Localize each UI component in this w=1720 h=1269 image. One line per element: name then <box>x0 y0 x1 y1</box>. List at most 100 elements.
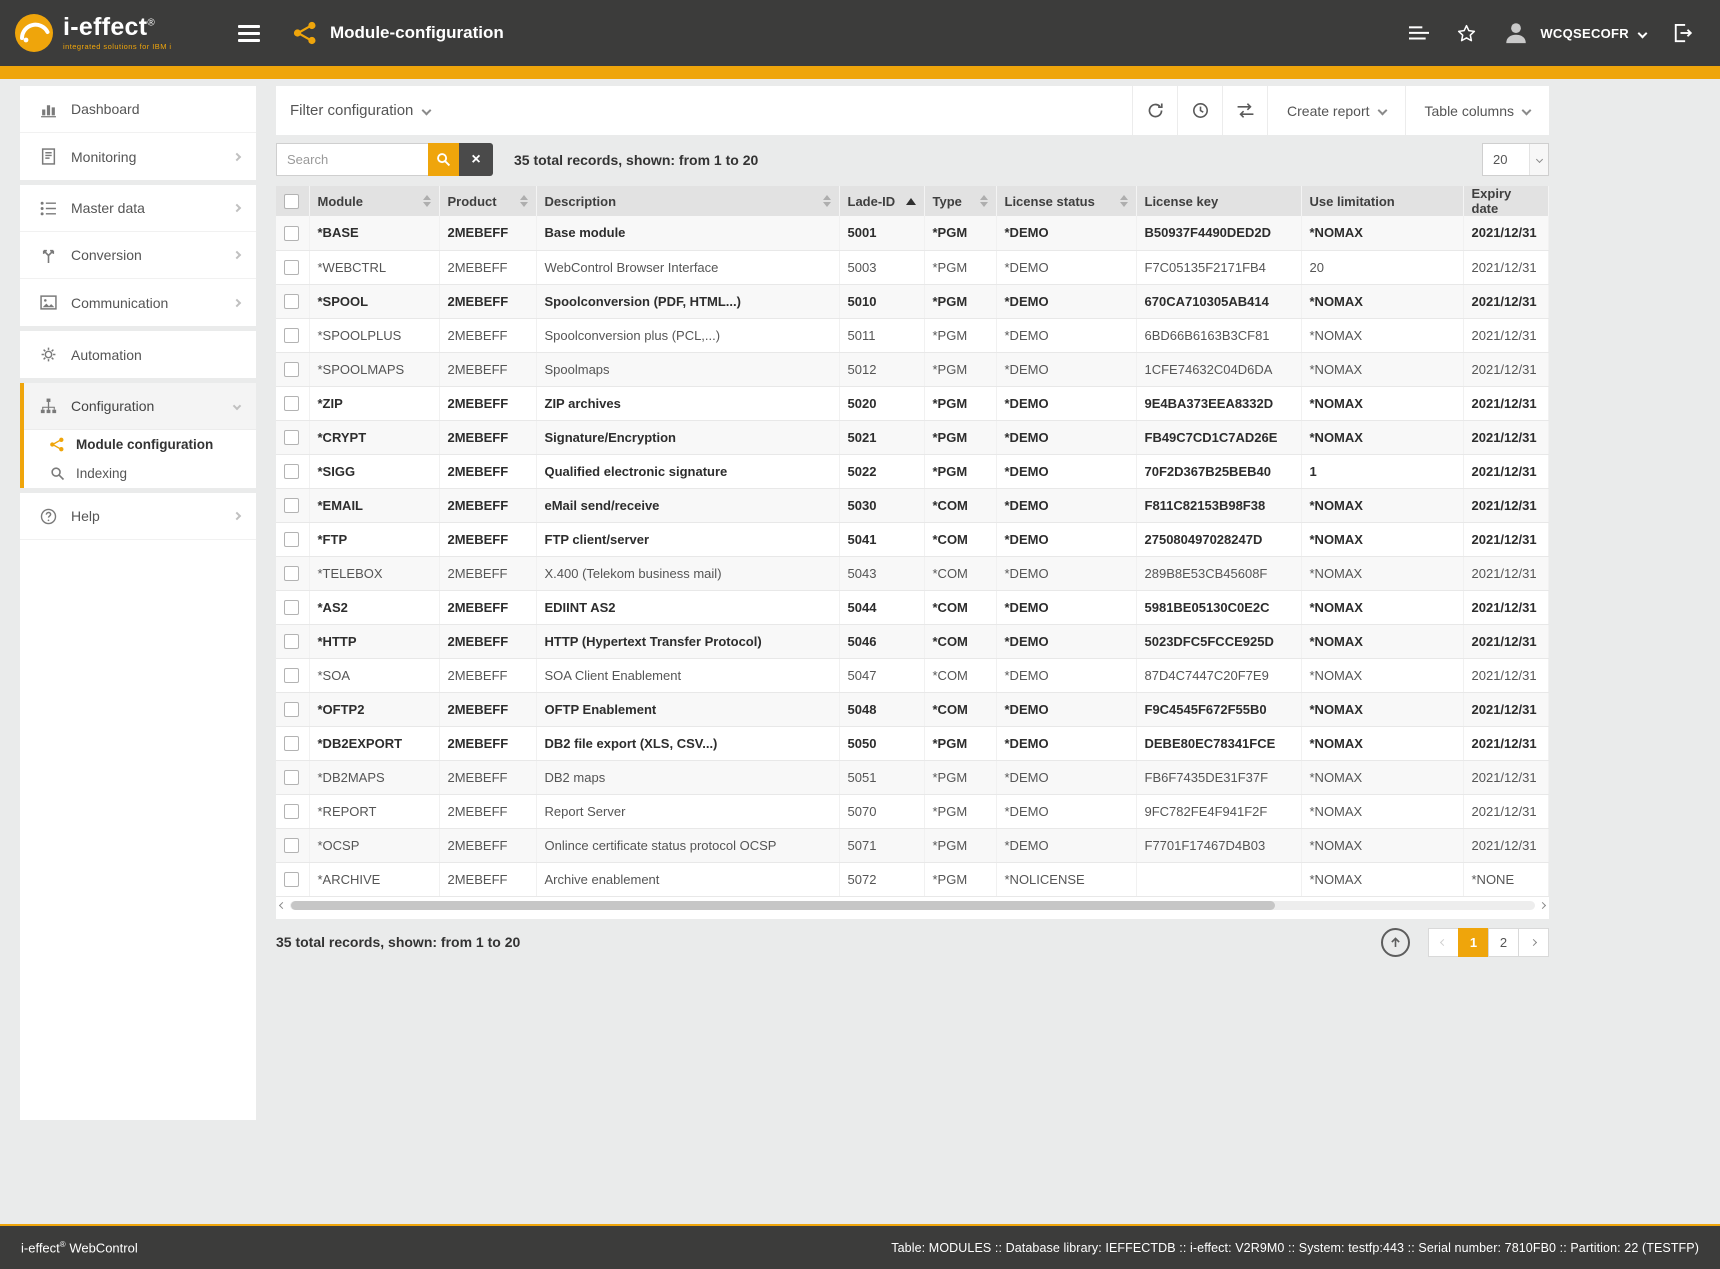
table-row[interactable]: *TELEBOX2MEBEFFX.400 (Telekom business m… <box>276 556 1549 590</box>
table-row[interactable]: *FTP2MEBEFFFTP client/server5041*COM*DEM… <box>276 522 1549 556</box>
column-header-type[interactable]: Type <box>924 186 996 216</box>
scroll-to-top-button[interactable] <box>1381 928 1410 957</box>
row-checkbox[interactable] <box>284 634 299 649</box>
scroll-right-icon[interactable] <box>1539 901 1546 908</box>
page-button-2[interactable]: 2 <box>1488 928 1519 957</box>
table-row[interactable]: *DB2MAPS2MEBEFFDB2 maps5051*PGM*DEMOFB6F… <box>276 760 1549 794</box>
table-row[interactable]: *EMAIL2MEBEFFeMail send/receive5030*COM*… <box>276 488 1549 522</box>
cell-product: 2MEBEFF <box>439 862 536 896</box>
row-checkbox[interactable] <box>284 294 299 309</box>
table-row[interactable]: *DB2EXPORT2MEBEFFDB2 file export (XLS, C… <box>276 726 1549 760</box>
search-button[interactable] <box>428 143 459 176</box>
table-row[interactable]: *SOA2MEBEFFSOA Client Enablement5047*COM… <box>276 658 1549 692</box>
table-row[interactable]: *WEBCTRL2MEBEFFWebControl Browser Interf… <box>276 250 1549 284</box>
cell-use_limitation: *NOMAX <box>1301 352 1463 386</box>
menu-toggle-button[interactable] <box>234 17 264 50</box>
table-row[interactable]: *ARCHIVE2MEBEFFArchive enablement5072*PG… <box>276 862 1549 896</box>
cell-expiry_date: 2021/12/31 <box>1463 216 1549 250</box>
next-page-button[interactable] <box>1518 928 1549 957</box>
row-checkbox[interactable] <box>284 362 299 377</box>
row-checkbox[interactable] <box>284 396 299 411</box>
row-checkbox[interactable] <box>284 838 299 853</box>
column-header-module[interactable]: Module <box>309 186 439 216</box>
table-row[interactable]: *OFTP22MEBEFFOFTP Enablement5048*COM*DEM… <box>276 692 1549 726</box>
checkbox-cell <box>276 624 309 658</box>
table-row[interactable]: *CRYPT2MEBEFFSignature/Encryption5021*PG… <box>276 420 1549 454</box>
row-checkbox[interactable] <box>284 498 299 513</box>
search-input[interactable] <box>276 143 428 176</box>
app-logo[interactable]: i-effect® integrated solutions for IBM i <box>14 13 212 53</box>
table-row[interactable]: *BASE2MEBEFFBase module5001*PGM*DEMOB509… <box>276 216 1549 250</box>
image-icon <box>38 295 58 310</box>
list-icon <box>38 201 58 216</box>
row-checkbox[interactable] <box>284 566 299 581</box>
row-checkbox[interactable] <box>284 226 299 241</box>
table-row[interactable]: *REPORT2MEBEFFReport Server5070*PGM*DEMO… <box>276 794 1549 828</box>
table-row[interactable]: *ZIP2MEBEFFZIP archives5020*PGM*DEMO9E4B… <box>276 386 1549 420</box>
row-checkbox[interactable] <box>284 600 299 615</box>
user-menu[interactable]: WCQSECOFR <box>1502 19 1646 47</box>
filter-configuration-toggle[interactable]: Filter configuration <box>276 86 444 135</box>
horizontal-scrollbar[interactable] <box>276 897 1549 916</box>
table-row[interactable]: *OCSP2MEBEFFOnlince certificate status p… <box>276 828 1549 862</box>
column-header-lade_id[interactable]: Lade-ID <box>839 186 924 216</box>
table-row[interactable]: *SPOOLPLUS2MEBEFFSpoolconversion plus (P… <box>276 318 1549 352</box>
row-checkbox[interactable] <box>284 430 299 445</box>
sidebar-item-help[interactable]: Help <box>20 493 256 540</box>
table-row[interactable]: *SIGG2MEBEFFQualified electronic signatu… <box>276 454 1549 488</box>
cell-description: OFTP Enablement <box>536 692 839 726</box>
cell-license_status: *DEMO <box>996 794 1136 828</box>
sidebar-item-communication[interactable]: Communication <box>20 279 256 326</box>
table-row[interactable]: *SPOOL2MEBEFFSpoolconversion (PDF, HTML.… <box>276 284 1549 318</box>
row-checkbox[interactable] <box>284 260 299 275</box>
table-row[interactable]: *AS22MEBEFFEDIINT AS25044*COM*DEMO5981BE… <box>276 590 1549 624</box>
protocol-list-icon[interactable] <box>1407 23 1431 43</box>
create-report-button[interactable]: Create report <box>1267 86 1404 135</box>
row-checkbox[interactable] <box>284 668 299 683</box>
row-checkbox[interactable] <box>284 464 299 479</box>
modules-icon <box>48 437 66 452</box>
sidebar-item-conversion[interactable]: Conversion <box>20 232 256 279</box>
history-clock-button[interactable] <box>1177 86 1222 135</box>
page-button-1[interactable]: 1 <box>1458 928 1489 957</box>
cell-module: *REPORT <box>309 794 439 828</box>
cell-module: *SOA <box>309 658 439 692</box>
checkbox-cell <box>276 352 309 386</box>
row-checkbox[interactable] <box>284 770 299 785</box>
transfer-button[interactable] <box>1222 86 1267 135</box>
table-row[interactable]: *HTTP2MEBEFFHTTP (Hypertext Transfer Pro… <box>276 624 1549 658</box>
prev-page-button[interactable] <box>1428 928 1459 957</box>
sidebar-item-master-data[interactable]: Master data <box>20 185 256 232</box>
row-checkbox[interactable] <box>284 872 299 887</box>
sidebar-item-configuration[interactable]: Configuration <box>24 383 256 430</box>
refresh-button[interactable] <box>1132 86 1177 135</box>
logout-icon[interactable] <box>1670 21 1694 45</box>
scrollbar-thumb[interactable] <box>291 901 1275 910</box>
sidebar-item-module-configuration[interactable]: Module configuration <box>24 430 256 459</box>
favorites-star-icon[interactable] <box>1455 22 1478 45</box>
cell-use_limitation: *NOMAX <box>1301 692 1463 726</box>
row-checkbox[interactable] <box>284 532 299 547</box>
scrollbar-track[interactable] <box>290 901 1535 910</box>
sidebar-item-dashboard[interactable]: Dashboard <box>20 86 256 133</box>
sidebar-item-indexing[interactable]: Indexing <box>24 459 256 488</box>
table-columns-button[interactable]: Table columns <box>1405 86 1550 135</box>
column-header-product[interactable]: Product <box>439 186 536 216</box>
sitemap-icon <box>38 398 58 414</box>
cell-product: 2MEBEFF <box>439 420 536 454</box>
select-all-checkbox[interactable] <box>284 194 299 209</box>
clear-search-button[interactable]: × <box>459 143 493 176</box>
cell-use_limitation: 1 <box>1301 454 1463 488</box>
sidebar-item-monitoring[interactable]: Monitoring <box>20 133 256 180</box>
column-header-license_status[interactable]: License status <box>996 186 1136 216</box>
column-header-description[interactable]: Description <box>536 186 839 216</box>
row-checkbox[interactable] <box>284 804 299 819</box>
table-row[interactable]: *SPOOLMAPS2MEBEFFSpoolmaps5012*PGM*DEMO1… <box>276 352 1549 386</box>
row-checkbox[interactable] <box>284 328 299 343</box>
sidebar-item-automation[interactable]: Automation <box>20 331 256 378</box>
scroll-left-icon[interactable] <box>279 901 286 908</box>
row-checkbox[interactable] <box>284 736 299 751</box>
page-size-select[interactable]: 20 <box>1482 143 1549 176</box>
chevron-down-icon <box>422 106 432 116</box>
row-checkbox[interactable] <box>284 702 299 717</box>
